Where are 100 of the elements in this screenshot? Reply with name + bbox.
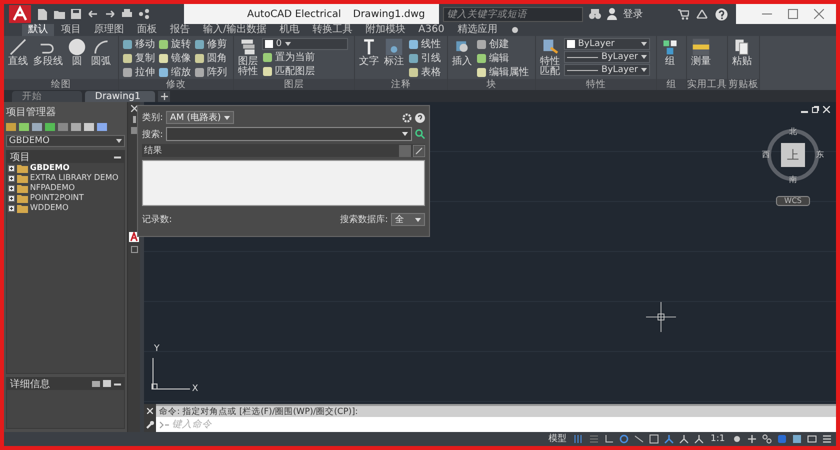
property-dropdown[interactable]: ByLayer xyxy=(564,38,650,50)
expand-icon[interactable] xyxy=(8,174,15,182)
project-item[interactable]: GBDEMO xyxy=(7,163,124,173)
annotation-icon[interactable] xyxy=(694,434,704,444)
print-icon[interactable] xyxy=(92,380,100,388)
property-dropdown[interactable]: ByLayer xyxy=(564,51,650,63)
tool-button[interactable]: 粘贴 xyxy=(731,38,753,67)
tool-button[interactable]: 旋转 xyxy=(158,38,191,51)
viewcube-face[interactable]: 上 xyxy=(781,143,805,167)
command-field[interactable]: 键入命令 xyxy=(156,417,836,432)
collapse-icon[interactable] xyxy=(114,382,121,386)
plus-icon[interactable] xyxy=(747,434,757,444)
tool-button[interactable]: 文字 xyxy=(358,38,380,67)
ribbon-tab[interactable]: 面板 xyxy=(131,24,163,36)
help-icon[interactable] xyxy=(715,8,728,20)
tool-button[interactable]: 圆角 xyxy=(194,52,227,65)
search-icon[interactable] xyxy=(415,129,425,139)
object-snap-icon[interactable] xyxy=(648,434,659,444)
property-dropdown[interactable]: ByLayer xyxy=(564,64,650,76)
redo-icon[interactable] xyxy=(104,8,116,20)
tool-button[interactable]: 阵列 xyxy=(194,66,227,79)
new-tab-button[interactable] xyxy=(158,91,170,102)
tool-button[interactable]: 镜像 xyxy=(158,52,191,65)
ribbon-tab[interactable]: 附加模块 xyxy=(359,24,412,36)
tool-button[interactable]: 特性匹配 xyxy=(539,38,561,77)
share-icon[interactable] xyxy=(138,8,150,20)
ribbon-tab[interactable]: 报告 xyxy=(164,24,196,36)
project-dropdown[interactable]: GBDEMO xyxy=(6,135,125,147)
folder-icon[interactable] xyxy=(53,8,65,20)
document-tab[interactable]: 开始 xyxy=(12,91,82,102)
tool-button[interactable]: 拉伸 xyxy=(122,66,155,79)
app-logo-icon[interactable] xyxy=(9,5,31,23)
ribbon-tab[interactable]: A360 xyxy=(412,24,450,36)
property-dropdown[interactable]: 0 xyxy=(262,38,348,50)
tool-button[interactable]: 修剪 xyxy=(194,38,227,51)
edit-icon[interactable] xyxy=(413,144,425,156)
tool-button[interactable]: 编辑 xyxy=(476,52,529,65)
maximize-icon[interactable] xyxy=(788,9,798,19)
panel-icon[interactable] xyxy=(130,246,138,253)
tool-button[interactable]: 引线 xyxy=(408,52,441,65)
restore-icon[interactable] xyxy=(812,106,819,113)
tool-button[interactable]: 标注 xyxy=(383,38,405,67)
category-dropdown[interactable]: AM (电路表) xyxy=(166,111,234,124)
app-icon[interactable] xyxy=(129,232,139,242)
view-toggle-icon[interactable] xyxy=(399,144,411,156)
tool-button[interactable]: 图层特性 xyxy=(237,38,259,77)
sign-in-link[interactable]: 登录 xyxy=(623,7,643,21)
printer-icon[interactable] xyxy=(121,8,133,20)
grid-icon[interactable] xyxy=(574,434,584,444)
tool-button[interactable]: 编辑属性 xyxy=(476,66,529,79)
isometric-icon[interactable] xyxy=(634,434,644,444)
binoculars-icon[interactable] xyxy=(589,8,601,20)
ribbon-tab[interactable]: 原理图 xyxy=(88,24,130,36)
tool-button[interactable]: 置为当前 xyxy=(262,51,348,64)
expand-icon[interactable] xyxy=(8,204,15,212)
project-item[interactable]: WDDEMO xyxy=(7,203,124,213)
image-icon[interactable] xyxy=(103,380,111,388)
model-space-button[interactable]: 模型 xyxy=(546,433,569,445)
search-field[interactable] xyxy=(166,127,412,141)
tool-button[interactable]: 组 xyxy=(660,38,680,67)
expand-icon[interactable] xyxy=(8,184,15,192)
annotation-scale-button[interactable]: 1:1 xyxy=(708,433,727,445)
project-item[interactable]: POINT2POINT xyxy=(7,193,124,203)
database-dropdown[interactable]: 全 xyxy=(391,213,425,226)
tool-button[interactable]: 圆 xyxy=(67,38,87,67)
ribbon-tab[interactable]: 转换工具 xyxy=(306,24,358,36)
tool-button[interactable]: 移动 xyxy=(122,38,155,51)
ribbon-tab[interactable]: 项目 xyxy=(55,24,87,36)
close-icon[interactable] xyxy=(130,105,138,112)
polar-icon[interactable] xyxy=(618,434,629,444)
help-icon[interactable] xyxy=(415,112,425,122)
tool-button[interactable]: 直线 xyxy=(7,38,29,67)
annotation-icon[interactable] xyxy=(678,434,689,444)
tool-button[interactable]: 测量 xyxy=(690,38,712,67)
expand-icon[interactable] xyxy=(8,194,15,202)
new-file-icon[interactable] xyxy=(36,8,48,20)
tool-button[interactable]: 复制 xyxy=(122,52,155,65)
document-tab[interactable]: Drawing1 xyxy=(85,91,155,102)
project-item[interactable]: EXTRA LIBRARY DEMO xyxy=(7,173,124,183)
undo-icon[interactable] xyxy=(87,8,99,20)
tool-button[interactable]: 线性 xyxy=(408,38,441,51)
ortho-icon[interactable] xyxy=(604,434,614,444)
annotation-icon[interactable] xyxy=(664,434,674,444)
ribbon-tab[interactable]: 输入/输出数据 xyxy=(197,24,272,36)
tool-button[interactable]: 匹配图层 xyxy=(262,65,348,78)
tool-button[interactable]: 缩放 xyxy=(158,66,191,79)
window-icon[interactable] xyxy=(807,434,817,444)
collapse-icon[interactable] xyxy=(114,156,121,158)
expand-icon[interactable] xyxy=(8,164,15,172)
project-item[interactable]: NFPADEMO xyxy=(7,183,124,193)
wrench-icon[interactable] xyxy=(146,420,154,428)
tool-button[interactable]: 表格 xyxy=(408,66,441,79)
cart-icon[interactable] xyxy=(677,8,689,20)
tool-button[interactable]: 多段线 xyxy=(32,38,64,67)
ribbon-tab[interactable]: 默认 xyxy=(22,24,54,36)
save-icon[interactable] xyxy=(70,8,82,20)
tool-button[interactable]: 圆弧 xyxy=(90,38,112,67)
ribbon-tab[interactable]: 精选应用 xyxy=(451,24,504,36)
menu-icon[interactable] xyxy=(822,434,832,444)
ribbon-tab[interactable]: 机电 xyxy=(273,24,306,36)
